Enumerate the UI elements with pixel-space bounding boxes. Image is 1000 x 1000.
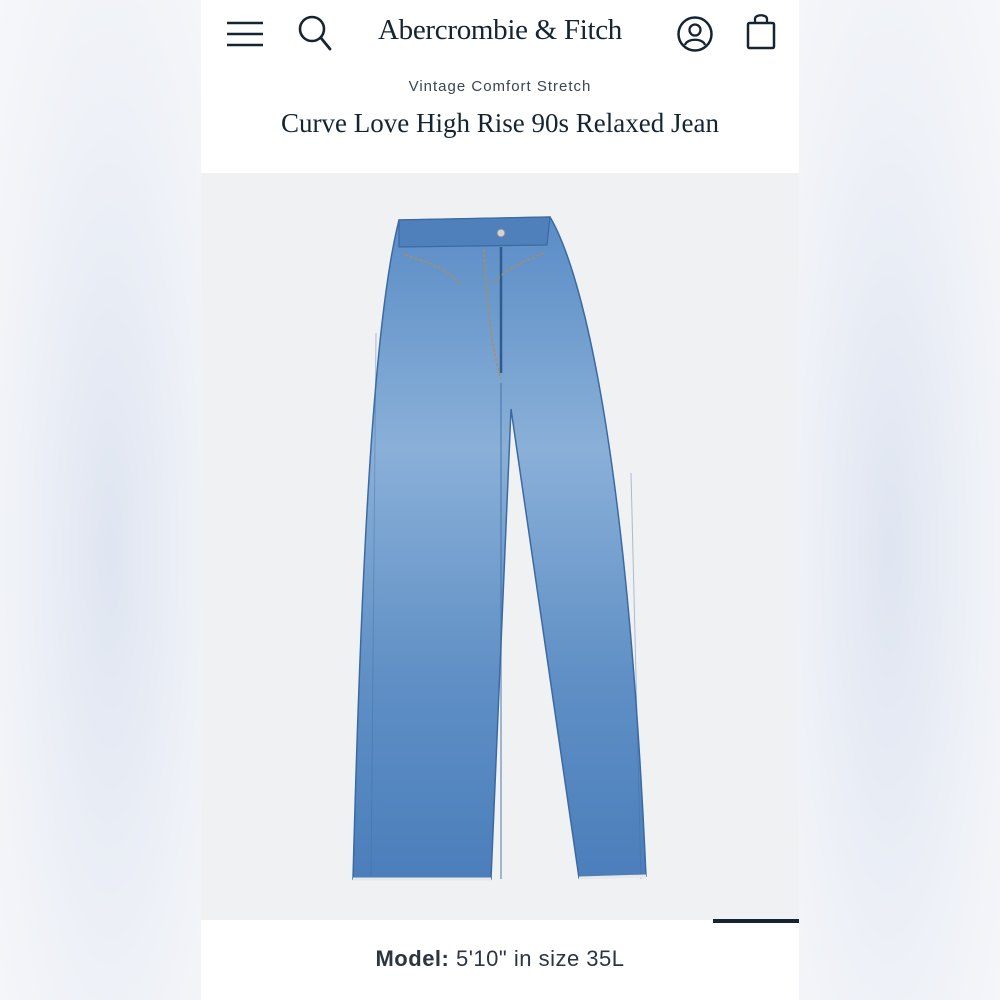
search-button[interactable] xyxy=(295,12,335,54)
menu-button[interactable] xyxy=(221,14,269,54)
top-navigation-bar: Abercrombie & Fitch xyxy=(201,0,799,70)
backdrop-left xyxy=(0,0,220,1000)
hamburger-menu-icon xyxy=(227,21,263,47)
carousel-indicator[interactable] xyxy=(713,919,799,923)
shopping-bag-icon xyxy=(746,14,776,50)
backdrop-right xyxy=(780,0,1000,1000)
model-label: Model: xyxy=(375,946,450,971)
collection-name: Vintage Comfort Stretch xyxy=(408,78,592,95)
product-page: Abercrombie & Fitch Vintage Comfort Stre… xyxy=(201,0,799,1000)
product-title: Curve Love High Rise 90s Relaxed Jean xyxy=(281,108,719,138)
account-icon xyxy=(677,16,713,52)
model-value: 5'10" in size 35L xyxy=(456,946,625,971)
account-button[interactable] xyxy=(673,12,717,56)
model-info: Model: 5'10" in size 35L xyxy=(201,946,799,972)
jeans-illustration xyxy=(352,216,647,881)
product-image[interactable] xyxy=(201,173,799,920)
search-icon xyxy=(298,15,332,51)
shopping-bag-button[interactable] xyxy=(741,8,781,54)
brand-logo[interactable]: Abercrombie & Fitch xyxy=(351,14,649,47)
